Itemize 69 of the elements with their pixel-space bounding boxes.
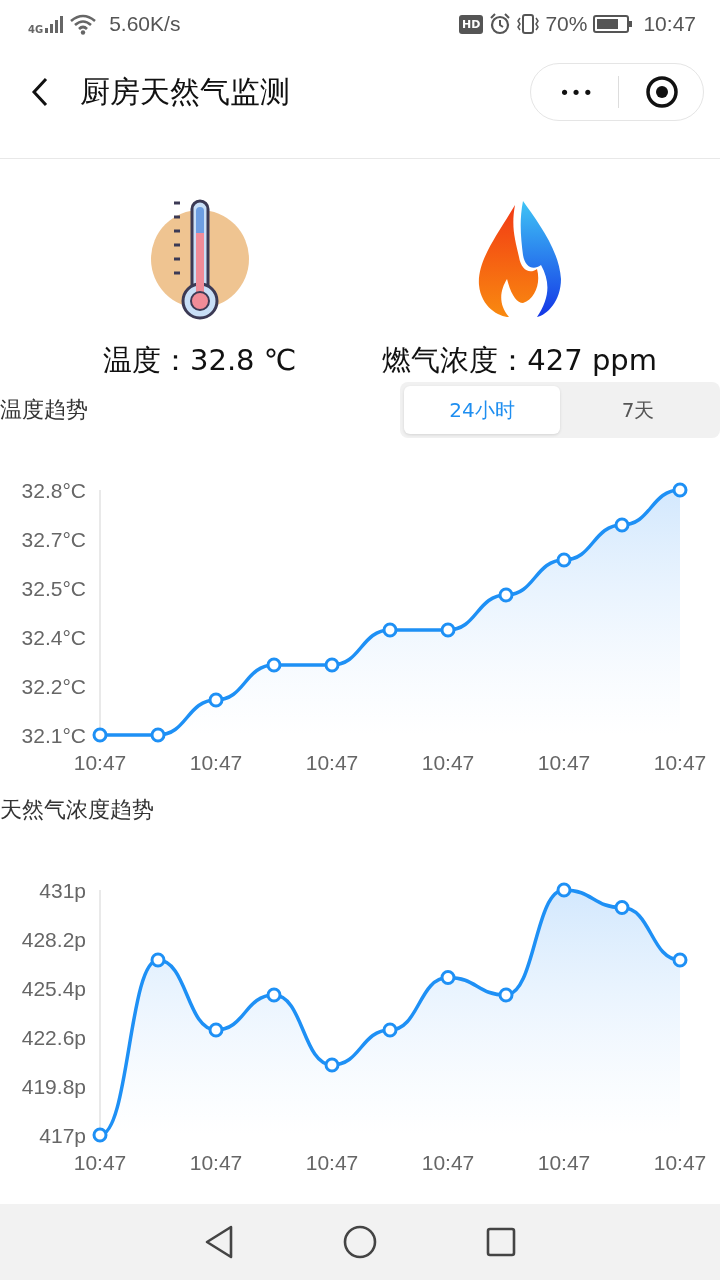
battery-icon [593,14,634,34]
x-axis-label: 10:47 [305,1151,359,1174]
data-point [208,692,224,708]
close-target-icon[interactable] [645,75,679,109]
data-point [498,987,514,1003]
y-axis-label: 32.7°C [21,528,86,551]
data-point [556,882,572,898]
network-speed: 5.60K/s [109,12,181,36]
data-point [150,952,166,968]
x-axis-label: 10:47 [421,751,475,774]
more-button[interactable]: ••• [549,81,604,103]
y-axis-label: 422.6p [21,1026,86,1049]
y-axis-label: 32.4°C [21,626,86,649]
data-point [324,657,340,673]
y-axis-label: 32.8°C [21,479,86,502]
vibrate-icon [517,13,540,35]
section-title: 天然气浓度趋势 [0,796,154,824]
data-point [150,727,166,743]
x-axis-label: 10:47 [537,751,591,774]
x-axis-label: 10:47 [653,1151,707,1174]
data-point [266,657,282,673]
battery-percent: 70% [545,12,588,36]
data-point [440,622,456,638]
section-title: 温度趋势 [0,396,88,424]
range-tab[interactable]: 24小时 [404,386,560,434]
reading-label: 温度：32.8 ℃ [103,342,297,379]
data-point [92,1127,108,1143]
y-axis-label: 32.1°C [21,724,86,747]
y-axis-label: 32.2°C [21,675,86,698]
y-axis-label: 419.8p [21,1075,86,1098]
x-axis-label: 10:47 [73,1151,127,1174]
y-axis-label: 428.2p [21,928,86,951]
hd-badge: HD [459,14,484,34]
data-point [266,987,282,1003]
y-axis-label: 417p [39,1124,86,1147]
range-tab[interactable]: 7天 [560,386,716,434]
x-axis-label: 10:47 [653,751,707,774]
data-point [614,517,630,533]
page-title: 厨房天然气监测 [80,72,291,111]
data-point [672,952,688,968]
wifi-icon [69,13,98,35]
x-axis-label: 10:47 [537,1151,591,1174]
x-axis-label: 10:47 [189,1151,243,1174]
signal-icon [45,15,64,33]
x-axis-label: 10:47 [189,751,243,774]
data-point [208,1022,224,1038]
alarm-icon [489,13,512,35]
reading-label: 燃气浓度：427 ppm [382,342,657,379]
x-axis-label: 10:47 [305,751,359,774]
data-point [324,1057,340,1073]
network-type: 4G [28,24,44,35]
clock-time: 10:47 [643,12,696,36]
y-axis-label: 431p [39,879,86,902]
data-point [672,482,688,498]
data-point [440,970,456,985]
data-point [556,552,572,568]
y-axis-label: 32.5°C [21,577,86,600]
thermometer-icon [149,199,250,321]
x-axis-label: 10:47 [421,1151,475,1174]
data-point [92,727,108,743]
x-axis-label: 10:47 [73,751,127,774]
data-point [382,622,398,638]
data-point [498,587,514,603]
data-point [382,1022,398,1038]
y-axis-label: 425.4p [21,977,86,1000]
home-nav-icon[interactable] [342,1224,378,1260]
back-icon[interactable] [30,77,50,107]
recents-nav-icon[interactable] [484,1226,517,1258]
data-point [614,900,630,915]
